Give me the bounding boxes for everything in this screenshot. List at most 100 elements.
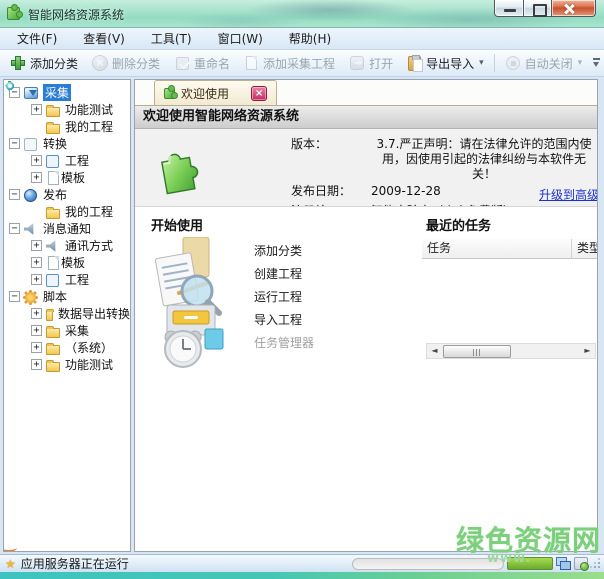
column-task[interactable]: 任务 [422,239,572,258]
version-value: 3.7.严正声明：请在法律允许的范围内使用，因使用引起的法律纠纷与本软件无关！ [376,137,592,181]
main-panel: 欢迎使用 × 欢迎使用智能网络资源系统 版本： 3.7.严正声明：请在法律允许的… [134,79,598,552]
tab-welcome[interactable]: 欢迎使用 × [154,80,278,105]
version-panel: 版本： 3.7.严正声明：请在法律允许的范围内使用，因使用引起的法律纠纷与本软件… [135,129,597,207]
tree-item-my-projects[interactable]: 我的工程 [4,203,130,220]
add-category-icon [10,55,26,71]
toolbar-separator [493,54,495,72]
link-import-project[interactable]: 导入工程 [254,309,314,332]
recent-tasks-header: 任务 类型 [422,239,597,259]
project-icon [46,154,59,168]
tree-item-my-projects[interactable]: 我的工程 [4,118,130,135]
open-button[interactable]: 打开 [342,51,400,75]
expand-icon[interactable]: + [31,342,42,353]
auto-close-icon [505,56,520,70]
tree-item-script[interactable]: − 脚本 [4,288,130,305]
window-title: 智能网络资源系统 [28,8,125,22]
progress-track [352,557,504,570]
scroll-left-icon[interactable]: ◄ [427,344,442,358]
delete-category-button[interactable]: 删除分类 [85,51,167,75]
collect-icon [24,87,38,99]
export-import-button[interactable]: 导出导入 ▾ [400,51,491,75]
minimize-button[interactable] [494,0,524,17]
link-add-category[interactable]: 添加分类 [254,240,314,263]
tree-item-system[interactable]: + （系统） [4,339,130,356]
rename-button[interactable]: 重命名 [167,51,237,75]
add-category-button[interactable]: 添加分类 [3,51,85,75]
expand-icon[interactable]: + [31,104,42,115]
menu-window[interactable]: 窗口(W) [205,28,276,49]
new-project-doc-icon [246,56,258,70]
folder-icon [46,206,60,219]
close-button[interactable] [552,0,596,17]
rename-icon [175,56,189,70]
star-icon: ★ [5,556,16,571]
tree-item-message-notify[interactable]: − 消息通知 [4,220,130,237]
status-text: 应用服务器正在运行 [20,557,129,571]
menu-file[interactable]: 文件(F) [4,28,70,49]
menu-help[interactable]: 帮助(H) [276,28,344,49]
auto-close-button[interactable]: 自动关闭 ▾ [498,51,590,75]
category-tree: − 采集 + 功能测试 我的工程 − 转换 + 工程 + 模板 − 发布 我的工… [3,79,131,552]
expand-icon[interactable]: + [31,325,42,336]
expand-icon[interactable]: + [31,240,42,251]
speaker-icon [46,240,56,252]
template-icon [48,170,59,185]
tree-item-comm-method[interactable]: + 通讯方式 [4,237,130,254]
folder-icon [46,359,60,372]
tree-item-template[interactable]: + 模板 [4,254,130,271]
expand-icon[interactable]: + [31,155,42,166]
convert-icon [24,137,37,151]
tab-bar: 欢迎使用 × [135,80,597,106]
resize-grip[interactable] [591,559,601,569]
welcome-content: 开始使用 添加分类 创建工程 运行工程 导入工程 任务管理器 最近的任务 任务 … [135,207,597,551]
expand-icon[interactable]: + [31,308,42,319]
tree-item-function-test[interactable]: + 功能测试 [4,101,130,118]
expand-icon[interactable]: + [31,274,42,285]
folder-icon [46,104,60,117]
big-puzzle-icon [161,153,199,195]
bottom-border-strip [0,572,604,579]
folder-icon [46,342,60,355]
recent-tasks-hscrollbar[interactable]: ◄ ► [426,343,596,359]
collapse-icon[interactable]: − [9,291,20,302]
collapse-icon[interactable]: − [9,223,20,234]
add-collect-project-button[interactable]: 添加采集工程 [237,51,342,75]
folder-icon [46,308,54,321]
expand-icon[interactable]: + [31,257,42,268]
release-date-label: 发布日期： [291,184,352,198]
folder-icon [46,121,60,134]
scroll-right-icon[interactable]: ► [580,344,595,358]
upgrade-link[interactable]: 升级到高级版 [539,186,597,203]
speaker-icon [24,223,34,235]
link-run-project[interactable]: 运行工程 [254,286,314,309]
dropdown-arrow-icon: ▾ [577,58,583,68]
collapse-icon[interactable]: − [9,138,20,149]
maximize-button[interactable] [524,0,552,17]
column-type[interactable]: 类型 [572,239,597,258]
menu-tools[interactable]: 工具(T) [138,28,205,49]
expand-icon[interactable]: + [31,359,42,370]
dropdown-arrow-icon[interactable]: ▾ [479,58,484,68]
link-create-project[interactable]: 创建工程 [254,263,314,286]
tree-item-template[interactable]: + 模板 [4,169,130,186]
expand-icon[interactable]: + [31,172,42,183]
tree-item-convert[interactable]: − 转换 [4,135,130,152]
collapse-icon[interactable]: − [9,189,20,200]
app-puzzle-icon [7,4,23,20]
tab-puzzle-icon [164,84,178,99]
tree-item-collect[interactable]: − 采集 [4,84,130,101]
version-row: 版本： 3.7.严正声明：请在法律允许的范围内使用，因使用引起的法律纠纷与本软件… [291,137,597,182]
tree-item-function-test[interactable]: + 功能测试 [4,356,130,373]
toolbar-overflow-icon[interactable] [592,58,601,70]
scrollbar-thumb[interactable] [443,344,511,358]
tree-item-project[interactable]: + 工程 [4,152,130,169]
menu-view[interactable]: 查看(V) [70,28,138,49]
tree-item-data-export-convert[interactable]: + 数据导出转换 [4,305,130,322]
link-task-manager: 任务管理器 [254,336,315,350]
tree-item-project[interactable]: + 工程 [4,271,130,288]
recent-tasks-title: 最近的任务 [426,219,492,234]
tab-close-icon[interactable]: × [251,85,268,101]
project-icon [46,273,59,287]
tree-item-publish[interactable]: − 发布 [4,186,130,203]
tree-item-collect-scripts[interactable]: + 采集 [4,322,130,339]
